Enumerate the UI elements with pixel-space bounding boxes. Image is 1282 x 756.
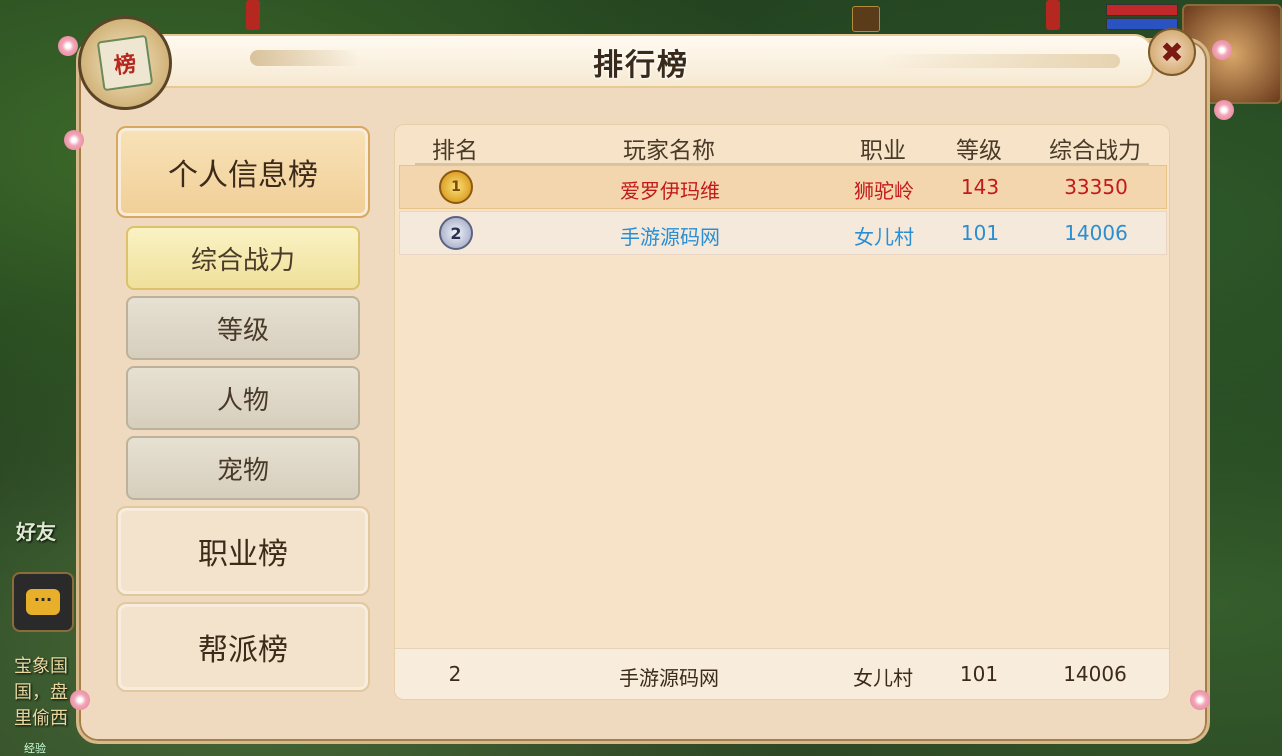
hp-bar <box>1106 4 1178 16</box>
nav-sub-combat-power[interactable]: 综合战力 <box>126 226 360 290</box>
table-row[interactable]: 2 手游源码网 女儿村 101 14006 <box>399 211 1167 255</box>
header-profession: 职业 <box>860 138 906 164</box>
friend-label[interactable]: 好友 <box>16 516 56 545</box>
player-combat-power: 14006 <box>1064 221 1128 245</box>
nav-sub-character[interactable]: 人物 <box>126 366 360 430</box>
self-rank: 2 <box>448 662 462 686</box>
flower-decoration-icon <box>70 690 90 710</box>
flower-decoration-icon <box>1190 690 1210 710</box>
chat-bubble-icon: ··· <box>26 589 60 615</box>
medal-rank-number: 2 <box>450 223 462 243</box>
dialog-title: 排行榜 <box>593 48 689 83</box>
header-rank: 排名 <box>432 138 478 164</box>
chat-button[interactable]: ··· <box>12 572 74 632</box>
chat-line: 宝象国 <box>14 656 68 677</box>
player-profession: 狮驼岭 <box>854 179 914 203</box>
player-level: 143 <box>960 175 1000 199</box>
self-level: 101 <box>959 662 999 686</box>
table-header: 排名 玩家名称 职业 等级 综合战力 <box>415 125 1149 165</box>
silver-medal-icon: 2 <box>439 216 473 250</box>
header-combat-power: 综合战力 <box>1049 138 1141 164</box>
scroll-badge: 榜 <box>96 34 154 92</box>
player-name: 手游源码网 <box>620 225 720 249</box>
gold-medal-icon: 1 <box>439 170 473 204</box>
nav-profession[interactable]: 职业榜 <box>116 506 370 596</box>
player-combat-power: 33350 <box>1064 175 1128 199</box>
nav-guild[interactable]: 帮派榜 <box>116 602 370 692</box>
close-button[interactable]: ✖ <box>1148 28 1196 76</box>
activity-badge-icon[interactable] <box>852 6 880 32</box>
self-profession: 女儿村 <box>853 666 913 690</box>
flower-decoration-icon <box>58 36 78 56</box>
chat-line: 里偷西 <box>14 708 68 729</box>
player-profession: 女儿村 <box>854 225 914 249</box>
red-pillar-right <box>1046 0 1060 30</box>
self-name: 手游源码网 <box>619 666 719 690</box>
nav-sub-pet[interactable]: 宠物 <box>126 436 360 500</box>
player-name: 爱罗伊玛维 <box>620 179 720 203</box>
self-ranking-row: 2 手游源码网 女儿村 101 14006 <box>395 648 1169 699</box>
exp-label: 经验 <box>24 742 46 755</box>
ranking-table: 排名 玩家名称 职业 等级 综合战力 1 爱罗伊玛维 狮驼岭 143 33350… <box>394 124 1170 700</box>
flower-decoration-icon <box>1212 40 1232 60</box>
ranking-scroll-icon: 榜 <box>78 16 172 110</box>
flower-decoration-icon <box>64 130 84 150</box>
nav-personal-info[interactable]: 个人信息榜 <box>116 126 370 218</box>
red-pillar-left <box>246 0 260 30</box>
medal-rank-number: 1 <box>451 179 461 195</box>
nav-sub-level[interactable]: 等级 <box>126 296 360 360</box>
table-row[interactable]: 1 爱罗伊玛维 狮驼岭 143 33350 <box>399 165 1167 209</box>
header-level: 等级 <box>956 138 1002 164</box>
header-player-name: 玩家名称 <box>623 138 715 164</box>
self-combat-power: 14006 <box>1063 662 1127 686</box>
player-level: 101 <box>960 221 1000 245</box>
flower-decoration-icon <box>1214 100 1234 120</box>
